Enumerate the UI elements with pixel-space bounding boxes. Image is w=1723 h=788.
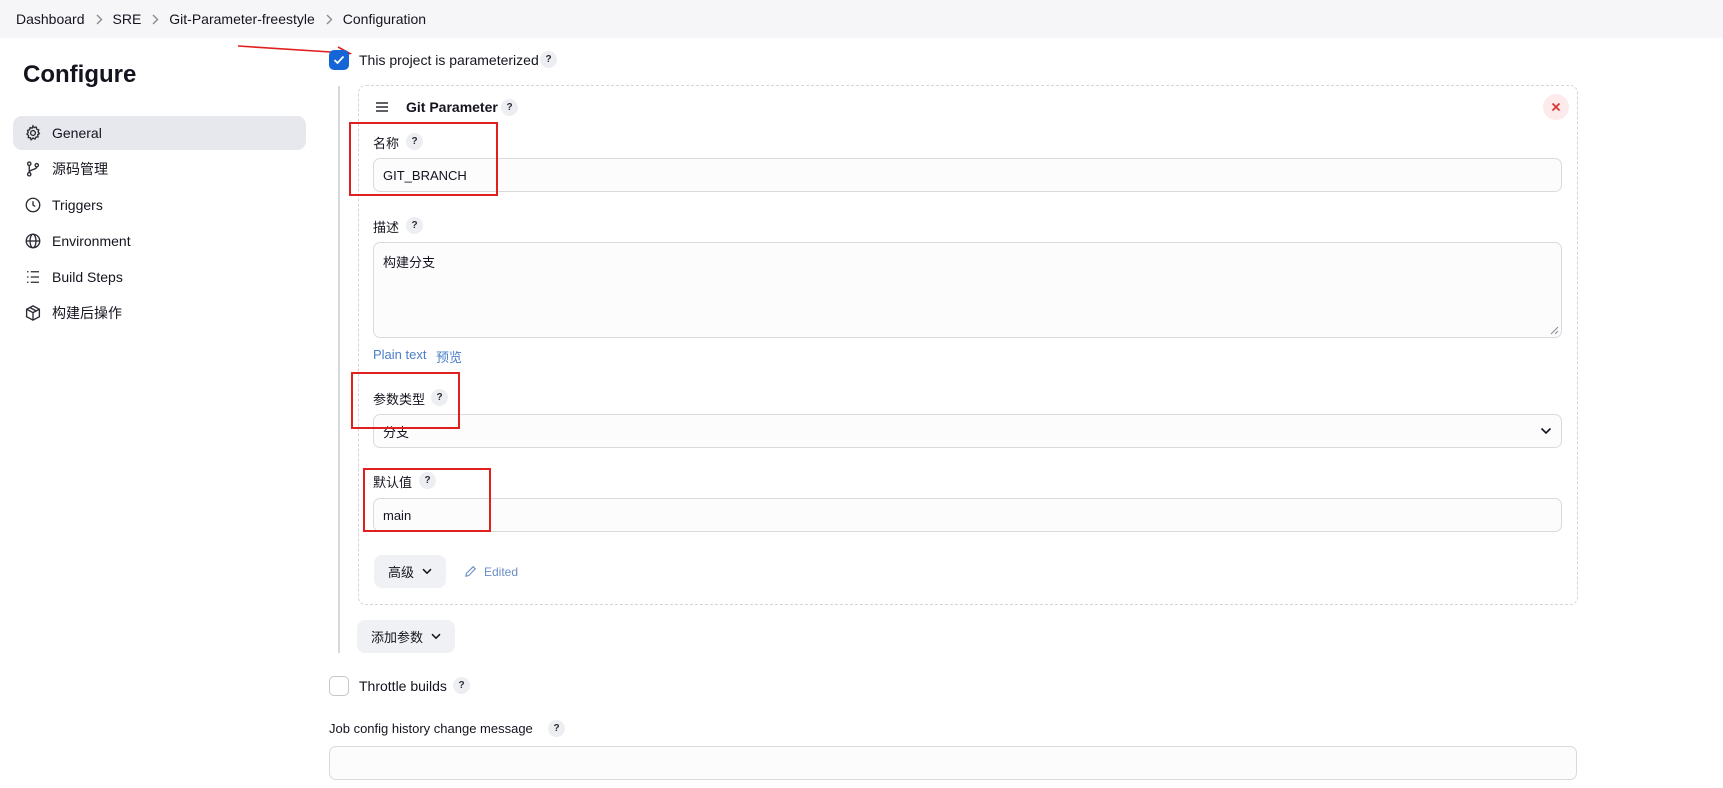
description-label: 描述: [373, 220, 400, 235]
edited-label: Edited: [484, 565, 519, 579]
add-parameter-label: 添加参数: [371, 630, 424, 645]
globe-icon: [23, 231, 43, 251]
annotation-box-default-value: [363, 468, 491, 532]
sidebar-item-triggers[interactable]: Triggers: [13, 188, 306, 222]
gear-icon: [23, 123, 43, 143]
page-title: Configure: [23, 61, 137, 88]
name-input[interactable]: GIT_BRANCH: [373, 158, 1562, 192]
sidebar-item-general[interactable]: General: [13, 116, 306, 150]
history-message-input[interactable]: [329, 746, 1577, 780]
resize-handle-icon[interactable]: [1550, 326, 1559, 335]
default-value-input[interactable]: main: [373, 498, 1562, 532]
sidebar-item-label: Triggers: [52, 197, 103, 213]
chevron-down-icon: [1540, 427, 1552, 435]
advanced-button[interactable]: 高级: [374, 555, 447, 588]
sidebar-item-label: Environment: [52, 233, 131, 249]
parameterized-checkbox[interactable]: [329, 50, 349, 70]
param-type-select[interactable]: 分支: [373, 414, 1562, 448]
throttle-builds-checkbox[interactable]: [329, 676, 349, 696]
throttle-builds-label: Throttle builds: [359, 678, 447, 694]
add-parameter-button[interactable]: 添加参数: [357, 620, 456, 653]
breadcrumb-sre[interactable]: SRE: [113, 11, 142, 27]
chevron-right-icon: [152, 14, 159, 25]
parameterized-label: This project is parameterized: [359, 52, 539, 68]
chevron-down-icon: [422, 568, 432, 575]
sidebar-item-label: Build Steps: [52, 269, 123, 285]
section-divider: [338, 86, 340, 653]
help-icon[interactable]: ?: [406, 217, 423, 234]
annotation-box-name: [349, 122, 498, 196]
help-icon[interactable]: ?: [540, 51, 557, 68]
sidebar-item-label: 构建后操作: [52, 305, 122, 321]
drag-handle-icon[interactable]: [374, 99, 390, 118]
description-textarea[interactable]: 构建分支: [373, 242, 1562, 338]
chevron-right-icon: [326, 14, 333, 25]
delete-parameter-button[interactable]: [1543, 94, 1569, 120]
help-icon[interactable]: ?: [501, 99, 518, 116]
check-icon: [333, 55, 345, 65]
chevron-right-icon: [96, 14, 103, 25]
pencil-icon: [464, 565, 477, 581]
sidebar-item-build-steps[interactable]: Build Steps: [13, 260, 306, 294]
help-icon[interactable]: ?: [453, 677, 470, 694]
sidebar-item-post-build[interactable]: 构建后操作: [13, 296, 306, 330]
help-icon[interactable]: ?: [548, 720, 565, 737]
chevron-down-icon: [431, 633, 441, 640]
preview-link[interactable]: 预览: [436, 347, 462, 366]
breadcrumb-dashboard[interactable]: Dashboard: [16, 11, 85, 27]
breadcrumb-configuration[interactable]: Configuration: [343, 11, 426, 27]
sidebar-item-label: 源码管理: [52, 161, 108, 177]
breadcrumb-job[interactable]: Git-Parameter-freestyle: [169, 11, 314, 27]
sidebar-item-label: General: [52, 125, 102, 141]
package-icon: [23, 303, 43, 323]
history-message-label: Job config history change message: [329, 721, 533, 736]
breadcrumb: Dashboard SRE Git-Parameter-freestyle Co…: [0, 0, 1723, 38]
git-parameter-title: Git Parameter: [406, 99, 498, 115]
annotation-box-param-type: [351, 372, 460, 429]
list-icon: [23, 267, 43, 287]
close-icon: [1551, 102, 1561, 112]
sidebar-item-environment[interactable]: Environment: [13, 224, 306, 258]
sidebar-item-source-control[interactable]: 源码管理: [13, 152, 306, 186]
plain-text-link[interactable]: Plain text: [373, 347, 426, 362]
advanced-button-label: 高级: [388, 565, 415, 580]
source-branch-icon: [23, 159, 43, 179]
clock-icon: [23, 195, 43, 215]
